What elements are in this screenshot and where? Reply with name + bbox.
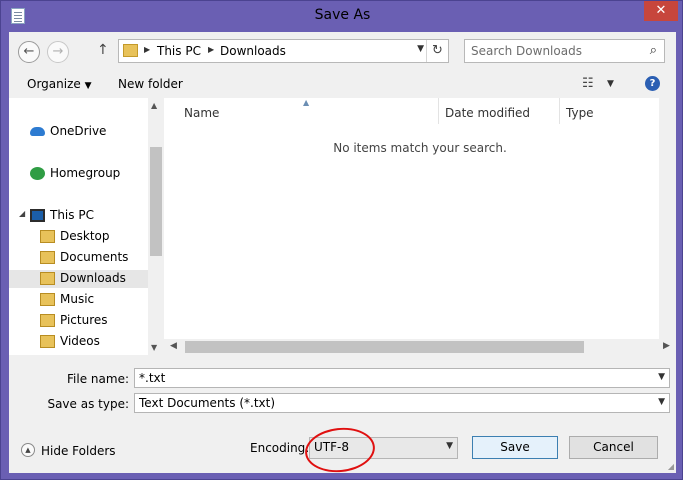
save-as-dialog: Save As ✕ ← → ↑ ▶ This PC ▶ Downloads ▼ … [0, 0, 683, 480]
file-list[interactable]: ▲ Name Date modified Type No items match… [164, 98, 676, 355]
breadcrumb-downloads[interactable]: Downloads [220, 44, 286, 58]
navigation-pane: OneDrive Homegroup ◢ This PC Desktop Doc… [9, 98, 164, 355]
view-dropdown-icon[interactable]: ▼ [607, 79, 614, 89]
hide-folders-button[interactable]: Hide Folders [41, 444, 116, 458]
column-divider[interactable] [559, 98, 560, 124]
save-as-type-select[interactable]: Text Documents (*.txt) ▼ [134, 393, 670, 413]
title-bar[interactable]: Save As ✕ [1, 1, 683, 32]
up-arrow-icon: ↑ [97, 42, 109, 58]
this-pc-icon [30, 209, 45, 222]
folder-icon [40, 251, 55, 264]
forward-button[interactable]: → [47, 41, 69, 63]
homegroup-icon [30, 167, 45, 180]
window-title: Save As [314, 7, 371, 23]
folder-icon [40, 293, 55, 306]
back-arrow-icon: ← [23, 44, 35, 59]
column-divider[interactable] [438, 98, 439, 124]
file-name-field[interactable]: *.txt ▼ [134, 368, 670, 388]
save-button[interactable]: Save [472, 436, 558, 459]
nav-item-music[interactable]: Music [9, 291, 148, 309]
up-button[interactable]: ↑ [97, 42, 109, 58]
encoding-label: Encoding: [250, 441, 310, 455]
nav-item-desktop[interactable]: Desktop [9, 228, 148, 246]
onedrive-icon [30, 127, 45, 136]
sort-ascending-icon: ▲ [303, 98, 310, 107]
empty-message: No items match your search. [333, 141, 507, 155]
file-name-value[interactable]: *.txt [139, 371, 165, 385]
address-dropdown-icon[interactable]: ▼ [417, 44, 424, 54]
nav-item-documents[interactable]: Documents [9, 249, 148, 267]
chevron-down-icon[interactable]: ▼ [446, 441, 453, 451]
close-button[interactable]: ✕ [644, 1, 678, 21]
scroll-thumb[interactable] [185, 341, 584, 353]
refresh-icon: ↻ [432, 43, 443, 58]
organize-button[interactable]: Organize ▼ [27, 77, 92, 91]
dialog-body: ← → ↑ ▶ This PC ▶ Downloads ▼ ↻ Search D… [9, 32, 676, 476]
scroll-right-icon[interactable]: ▶ [663, 341, 670, 351]
scroll-left-icon[interactable]: ◀ [170, 341, 177, 351]
expand-arrow-icon[interactable]: ◢ [19, 209, 25, 218]
address-bar[interactable]: ▶ This PC ▶ Downloads ▼ ↻ [118, 39, 449, 63]
resize-grip-icon[interactable]: ◢ [668, 462, 674, 471]
folder-icon [40, 314, 55, 327]
back-button[interactable]: ← [18, 41, 40, 63]
organize-label: Organize [27, 77, 81, 91]
refresh-button[interactable]: ↻ [426, 40, 448, 62]
nav-item-pictures[interactable]: Pictures [9, 312, 148, 330]
search-input[interactable]: Search Downloads [471, 44, 582, 58]
column-header-type[interactable]: Type [566, 106, 594, 120]
nav-item-label: Music [60, 292, 95, 306]
breadcrumb-separator-icon[interactable]: ▶ [144, 45, 150, 54]
chevron-down-icon[interactable]: ▼ [658, 372, 665, 382]
nav-item-label: Pictures [60, 313, 108, 327]
nav-scrollbar[interactable]: ▲ ▼ [148, 98, 164, 355]
cancel-button[interactable]: Cancel [569, 436, 658, 459]
nav-item-this-pc[interactable]: ◢ This PC [9, 207, 148, 225]
folder-icon [40, 272, 55, 285]
file-list-vertical-scrollbar[interactable] [659, 98, 676, 339]
nav-item-homegroup[interactable]: Homegroup [9, 165, 148, 183]
breadcrumb-this-pc[interactable]: This PC [157, 44, 201, 58]
folder-icon [40, 335, 55, 348]
file-list-horizontal-scrollbar[interactable]: ◀ ▶ [164, 339, 676, 355]
nav-item-downloads[interactable]: Downloads [9, 270, 148, 288]
folder-icon [40, 230, 55, 243]
file-name-label: File name: [67, 372, 129, 386]
nav-item-label: OneDrive [50, 124, 107, 138]
nav-item-label: Videos [60, 334, 100, 348]
hide-folders-icon[interactable]: ▲ [21, 443, 35, 457]
search-icon[interactable]: ⌕ [650, 43, 657, 58]
column-header-date-modified[interactable]: Date modified [445, 106, 530, 120]
nav-item-label: Documents [60, 250, 129, 264]
chevron-down-icon: ▼ [84, 81, 92, 91]
save-as-type-label: Save as type: [47, 397, 129, 411]
forward-arrow-icon: → [52, 44, 64, 59]
save-as-type-value[interactable]: Text Documents (*.txt) [139, 396, 275, 410]
nav-item-onedrive[interactable]: OneDrive [9, 123, 148, 141]
red-circle-annotation [302, 424, 378, 476]
breadcrumb-separator-icon[interactable]: ▶ [208, 45, 214, 54]
nav-item-label: This PC [50, 208, 94, 222]
help-icon[interactable]: ? [645, 76, 660, 91]
column-header-name[interactable]: Name [184, 106, 219, 120]
scroll-down-icon[interactable]: ▼ [151, 343, 157, 352]
chevron-down-icon[interactable]: ▼ [658, 397, 665, 407]
new-folder-button[interactable]: New folder [118, 77, 183, 91]
nav-item-label: Homegroup [50, 166, 121, 180]
view-options-icon[interactable]: ☷ [582, 76, 594, 91]
folder-icon [123, 44, 138, 57]
nav-item-label: Downloads [60, 271, 126, 285]
search-box[interactable]: Search Downloads ⌕ [464, 39, 665, 63]
scroll-thumb[interactable] [150, 147, 162, 256]
scroll-up-icon[interactable]: ▲ [151, 101, 157, 110]
nav-item-label: Desktop [60, 229, 110, 243]
nav-item-videos[interactable]: Videos [9, 333, 148, 351]
